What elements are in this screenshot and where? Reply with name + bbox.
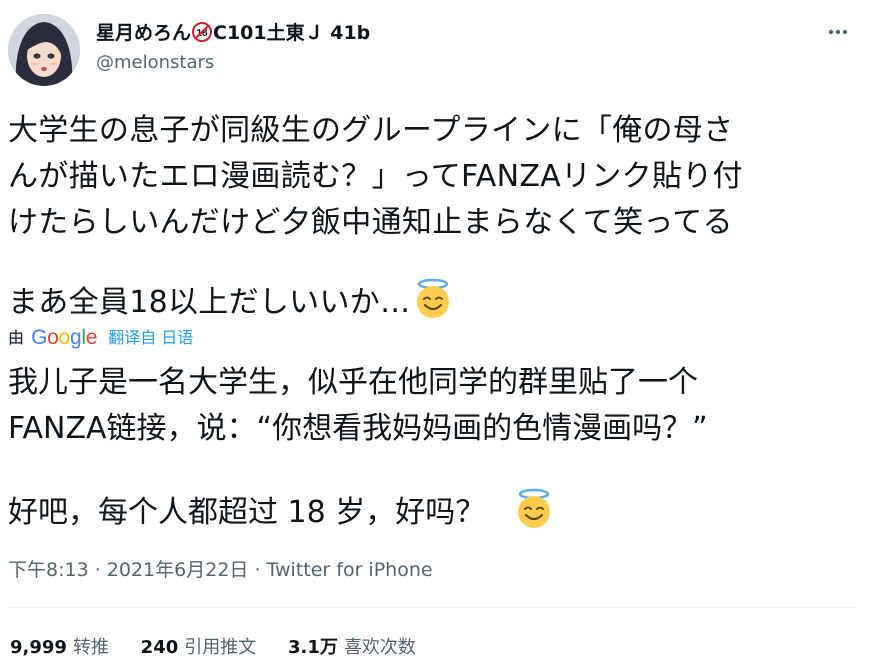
quotes-count: 240 — [140, 637, 179, 658]
translated-by-label: 由 — [8, 328, 25, 347]
tweet-stats: 9,999 转推 240 引用推文 3.1万 喜欢次数 — [10, 634, 442, 662]
more-dots-icon — [828, 29, 848, 35]
tweet-time: 下午8:13 — [8, 559, 89, 581]
tweet-line: んが描いたエロ漫画読む？」ってFANZAリンク貼り付 — [8, 159, 743, 194]
translated-from-link[interactable]: 翻译自 日语 — [108, 328, 193, 347]
display-name[interactable]: 星月めろん 18 C101土東Ｊ 41b — [96, 20, 370, 46]
translation-text: 我儿子是一名大学生，似乎在他同学的群里贴了一个 FANZA链接，说：“你想看我妈… — [8, 360, 853, 536]
google-logo: Google — [31, 326, 98, 349]
meta-separator: · — [248, 559, 267, 581]
translation-attribution: 由 Google 翻译自 日语 — [8, 326, 193, 350]
username[interactable]: @melonstars — [96, 50, 214, 76]
retweets-stat[interactable]: 9,999 转推 — [10, 634, 109, 662]
tweet-date: 2021年6月22日 — [106, 559, 249, 581]
likes-label: 喜欢次数 — [343, 637, 416, 658]
tweet-last-line: まあ全員18以上だしいいか… — [8, 278, 853, 326]
tweet-line: 大学生の息子が同級生のグループラインに「俺の母さ — [8, 113, 734, 148]
tweet-line: けたらしいんだけど夕飯中通知止まらなくて笑ってる — [8, 205, 733, 240]
display-name-text: 星月めろん — [96, 22, 192, 44]
likes-stat[interactable]: 3.1万 喜欢次数 — [288, 634, 416, 662]
tweet-last-line-text: まあ全員18以上だしいいか… — [8, 285, 411, 320]
translation-line: FANZA链接，说：“你想看我妈妈画的色情漫画吗？” — [8, 411, 708, 446]
halo-smile-emoji-icon — [513, 488, 555, 530]
tweet-source-link[interactable]: Twitter for iPhone — [267, 559, 433, 581]
age-18-restriction-icon: 18 — [192, 22, 213, 42]
age-badge-label: 18 — [196, 28, 208, 39]
tweet-timestamp: 下午8:13 · 2021年6月22日 · Twitter for iPhone — [8, 556, 433, 584]
translation-last-line: 好吧，每个人都超过 18 岁，好吗？ — [8, 488, 853, 536]
tweet-time-link[interactable]: 下午8:13 · 2021年6月22日 — [8, 559, 248, 581]
tweet-text: 大学生の息子が同級生のグループラインに「俺の母さ んが描いたエロ漫画読む？」って… — [8, 108, 853, 326]
translation-last-line-text: 好吧，每个人都超过 18 岁，好吗？ — [8, 495, 486, 530]
avatar-image — [8, 14, 80, 86]
tweet-card: 星月めろん 18 C101土東Ｊ 41b @melonstars 大学生の息子が同級… — [0, 0, 869, 665]
translation-line: 我儿子是一名大学生，似乎在他同学的群里贴了一个 — [8, 365, 698, 400]
retweets-label: 转推 — [72, 637, 109, 658]
quote-tweets-stat[interactable]: 240 引用推文 — [141, 634, 257, 662]
retweets-count: 9,999 — [10, 637, 67, 658]
meta-separator: · — [88, 559, 107, 581]
halo-smile-emoji-icon — [412, 278, 454, 320]
quotes-label: 引用推文 — [184, 637, 257, 658]
avatar[interactable] — [8, 14, 80, 86]
display-name-suffix: C101土東Ｊ 41b — [213, 22, 371, 44]
likes-count: 3.1万 — [287, 637, 338, 658]
more-options-button[interactable] — [823, 22, 853, 42]
divider — [8, 607, 855, 608]
